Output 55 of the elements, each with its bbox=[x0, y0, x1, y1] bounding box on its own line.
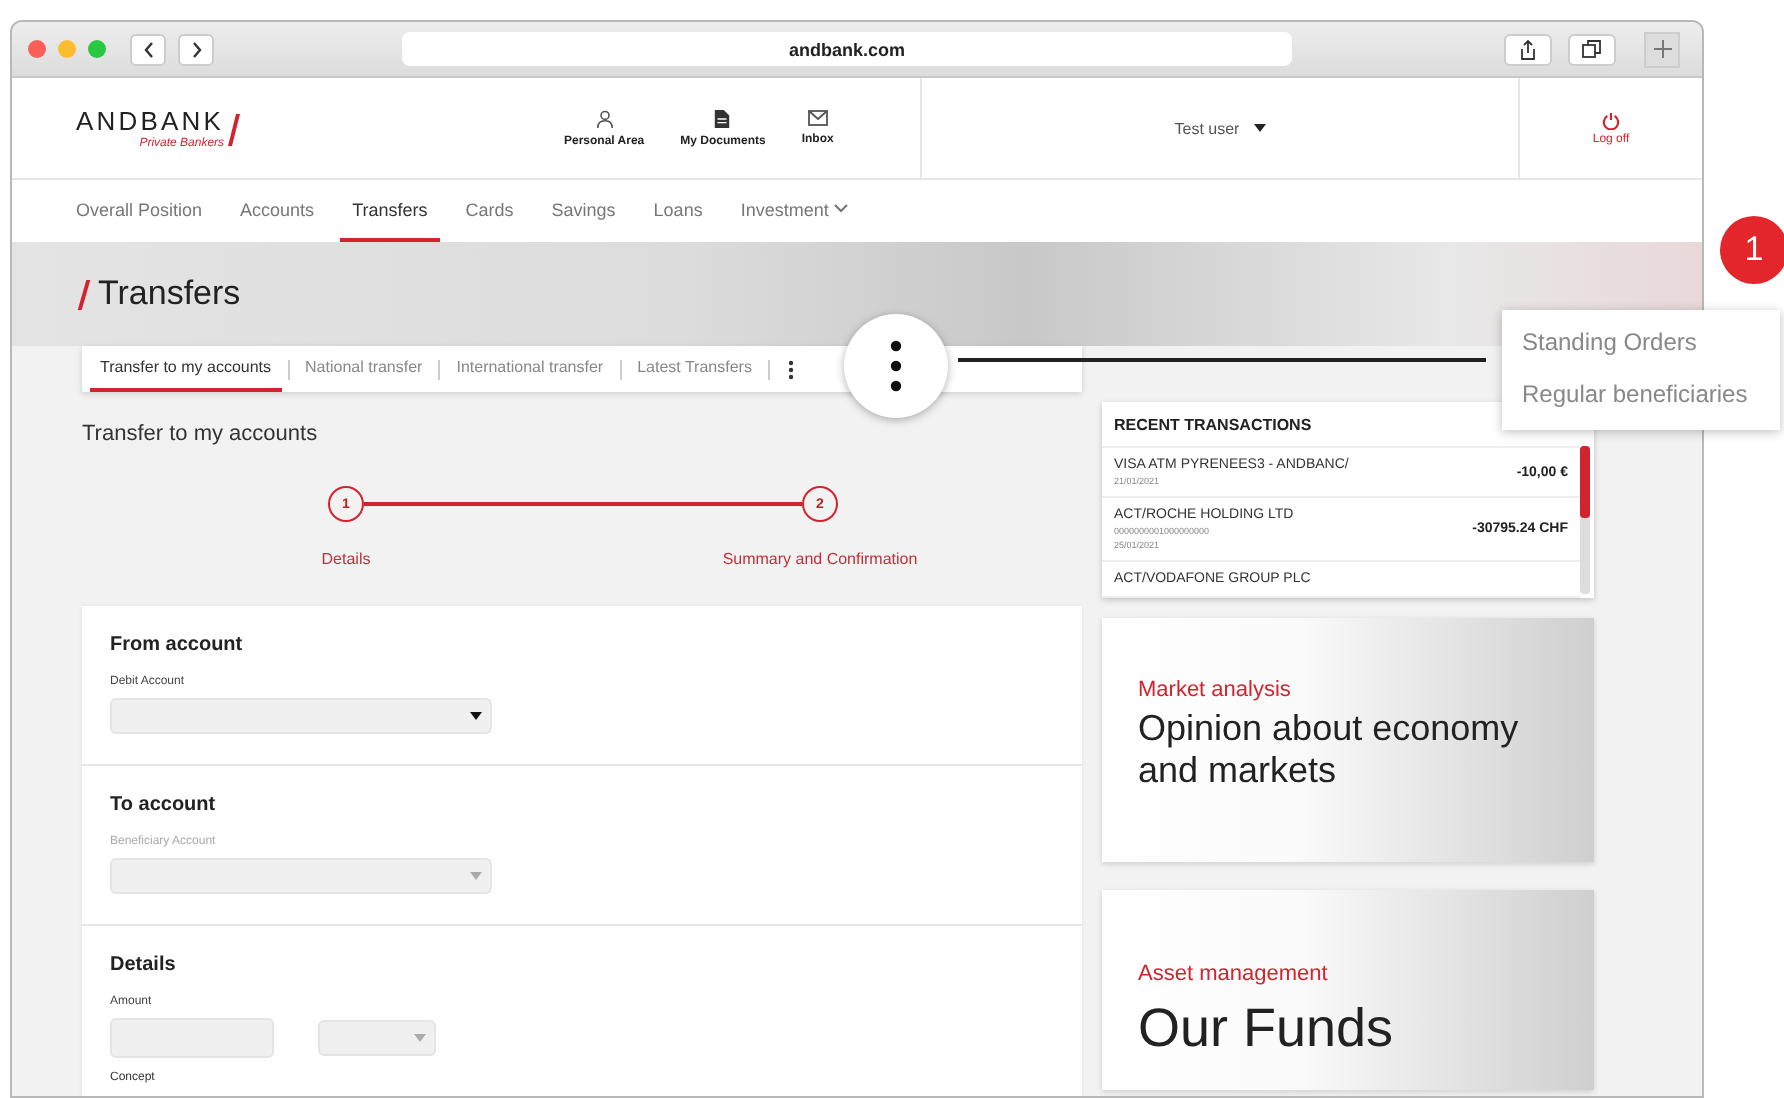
chevron-left-icon bbox=[143, 41, 153, 57]
dropdown-field[interactable] bbox=[110, 698, 492, 734]
nav-item[interactable]: Savings bbox=[539, 180, 628, 242]
plus-icon bbox=[1653, 40, 1671, 58]
promo-headline: Opinion about economy and markets bbox=[1138, 708, 1521, 792]
nav-item[interactable]: Accounts bbox=[228, 180, 327, 242]
nav-item[interactable]: Overall Position bbox=[64, 180, 215, 242]
envelope-icon bbox=[807, 110, 828, 126]
section-title: Transfer to my accounts bbox=[82, 422, 320, 446]
caret-icon bbox=[1253, 124, 1266, 132]
minimize-button[interactable] bbox=[58, 40, 76, 58]
promo-banner[interactable]: Market analysis Opinion about economy and markets bbox=[1102, 618, 1594, 862]
more-icon bbox=[890, 340, 902, 392]
more-icon[interactable] bbox=[787, 359, 794, 379]
page-title: Transfers bbox=[98, 274, 241, 314]
close-button[interactable] bbox=[28, 40, 46, 58]
back-button[interactable] bbox=[130, 33, 166, 65]
person-icon bbox=[595, 109, 614, 127]
tab[interactable]: Latest Transfers bbox=[627, 346, 762, 392]
chevron-right-icon bbox=[191, 41, 201, 57]
section-title: To account bbox=[110, 794, 218, 816]
caret-icon bbox=[414, 1034, 426, 1042]
tabs-button[interactable] bbox=[1568, 33, 1616, 65]
tab[interactable]: International transfer bbox=[446, 346, 614, 392]
promo-banner[interactable]: Asset management Our Funds bbox=[1102, 890, 1594, 1090]
amount-field[interactable] bbox=[110, 1018, 274, 1058]
nav-item[interactable]: Investment bbox=[728, 180, 861, 242]
step-label: Details bbox=[321, 550, 371, 568]
logo-text: ANDBANK bbox=[76, 106, 225, 136]
caret-icon bbox=[470, 872, 482, 880]
maximize-button[interactable] bbox=[88, 40, 106, 58]
new-tab-button[interactable] bbox=[1644, 31, 1680, 67]
share-icon bbox=[1520, 39, 1536, 59]
document-icon bbox=[714, 109, 731, 127]
nav-item[interactable]: Loans bbox=[641, 180, 715, 242]
promo-headline: Our Funds bbox=[1138, 998, 1396, 1058]
promo-category: Asset management bbox=[1138, 962, 1330, 986]
chevron-down-icon bbox=[834, 204, 849, 214]
user-name[interactable]: Test user bbox=[1174, 119, 1240, 137]
promo-category: Market analysis bbox=[1138, 678, 1293, 702]
step-label: Summary and Confirmation bbox=[722, 550, 918, 568]
forward-button[interactable] bbox=[178, 33, 214, 65]
section-title: Details bbox=[110, 954, 178, 976]
section-title: From account bbox=[110, 634, 245, 656]
slash-icon bbox=[77, 279, 91, 309]
tab[interactable]: National transfer bbox=[295, 346, 433, 392]
tabs-icon bbox=[1582, 40, 1602, 58]
menu-item[interactable]: Standing Orders bbox=[1502, 318, 1780, 370]
address-bar[interactable]: andbank.com bbox=[402, 32, 1292, 66]
step-badge: 1 bbox=[1720, 216, 1784, 284]
tab[interactable]: Transfer to my accounts bbox=[90, 346, 282, 392]
nav-item[interactable]: Cards bbox=[453, 180, 526, 242]
share-button[interactable] bbox=[1504, 33, 1552, 65]
caret-icon bbox=[470, 712, 482, 720]
power-icon bbox=[1602, 111, 1620, 129]
